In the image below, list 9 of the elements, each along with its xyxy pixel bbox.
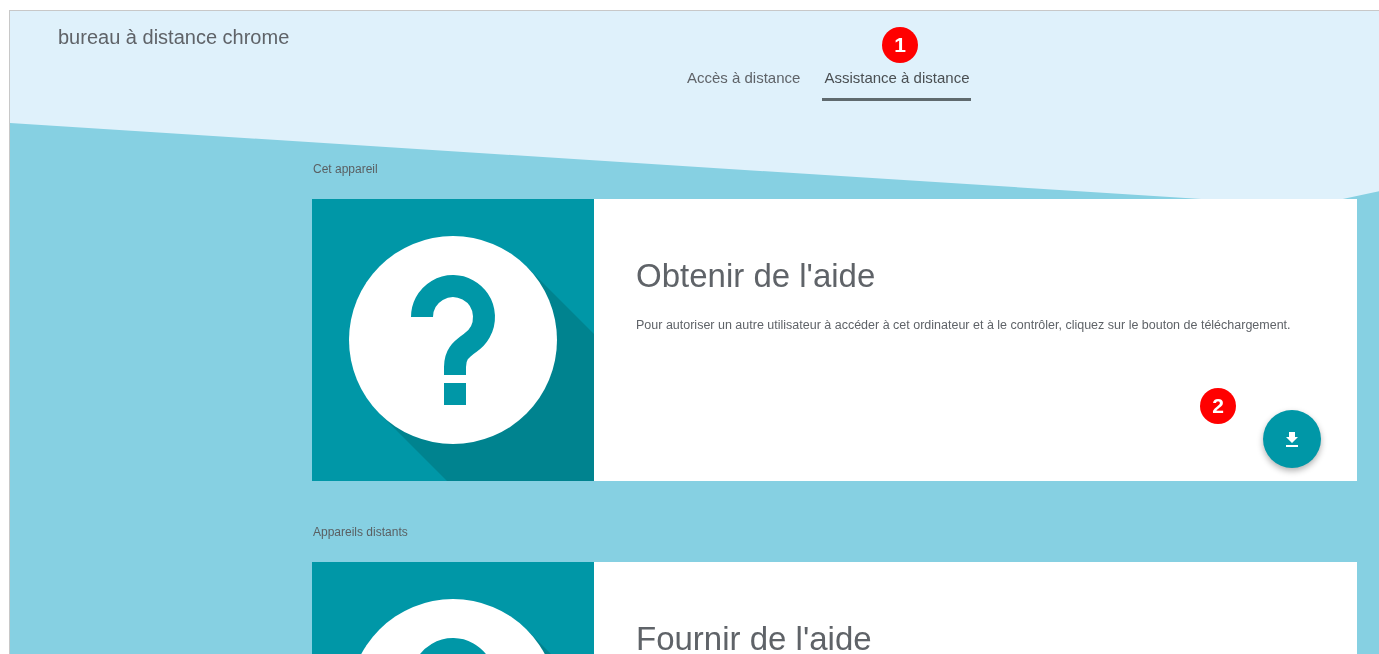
app-title: bureau à distance chrome (58, 26, 290, 49)
card-description: Pour autoriser un autre utilisateur à accéder à cet ordinateur et à le contrôler, cliquez sur le bouton de téléchargement. (636, 317, 1291, 334)
section-label: Appareils distants (313, 525, 408, 539)
tab[interactable]: Accès à distance (685, 61, 803, 101)
download-button[interactable] (1263, 410, 1321, 468)
section-label: Cet appareil (313, 162, 378, 176)
download-icon (1283, 430, 1301, 448)
card-title: Obtenir de l'aide (636, 257, 877, 295)
card-title: Fournir de l'aide (636, 620, 872, 654)
